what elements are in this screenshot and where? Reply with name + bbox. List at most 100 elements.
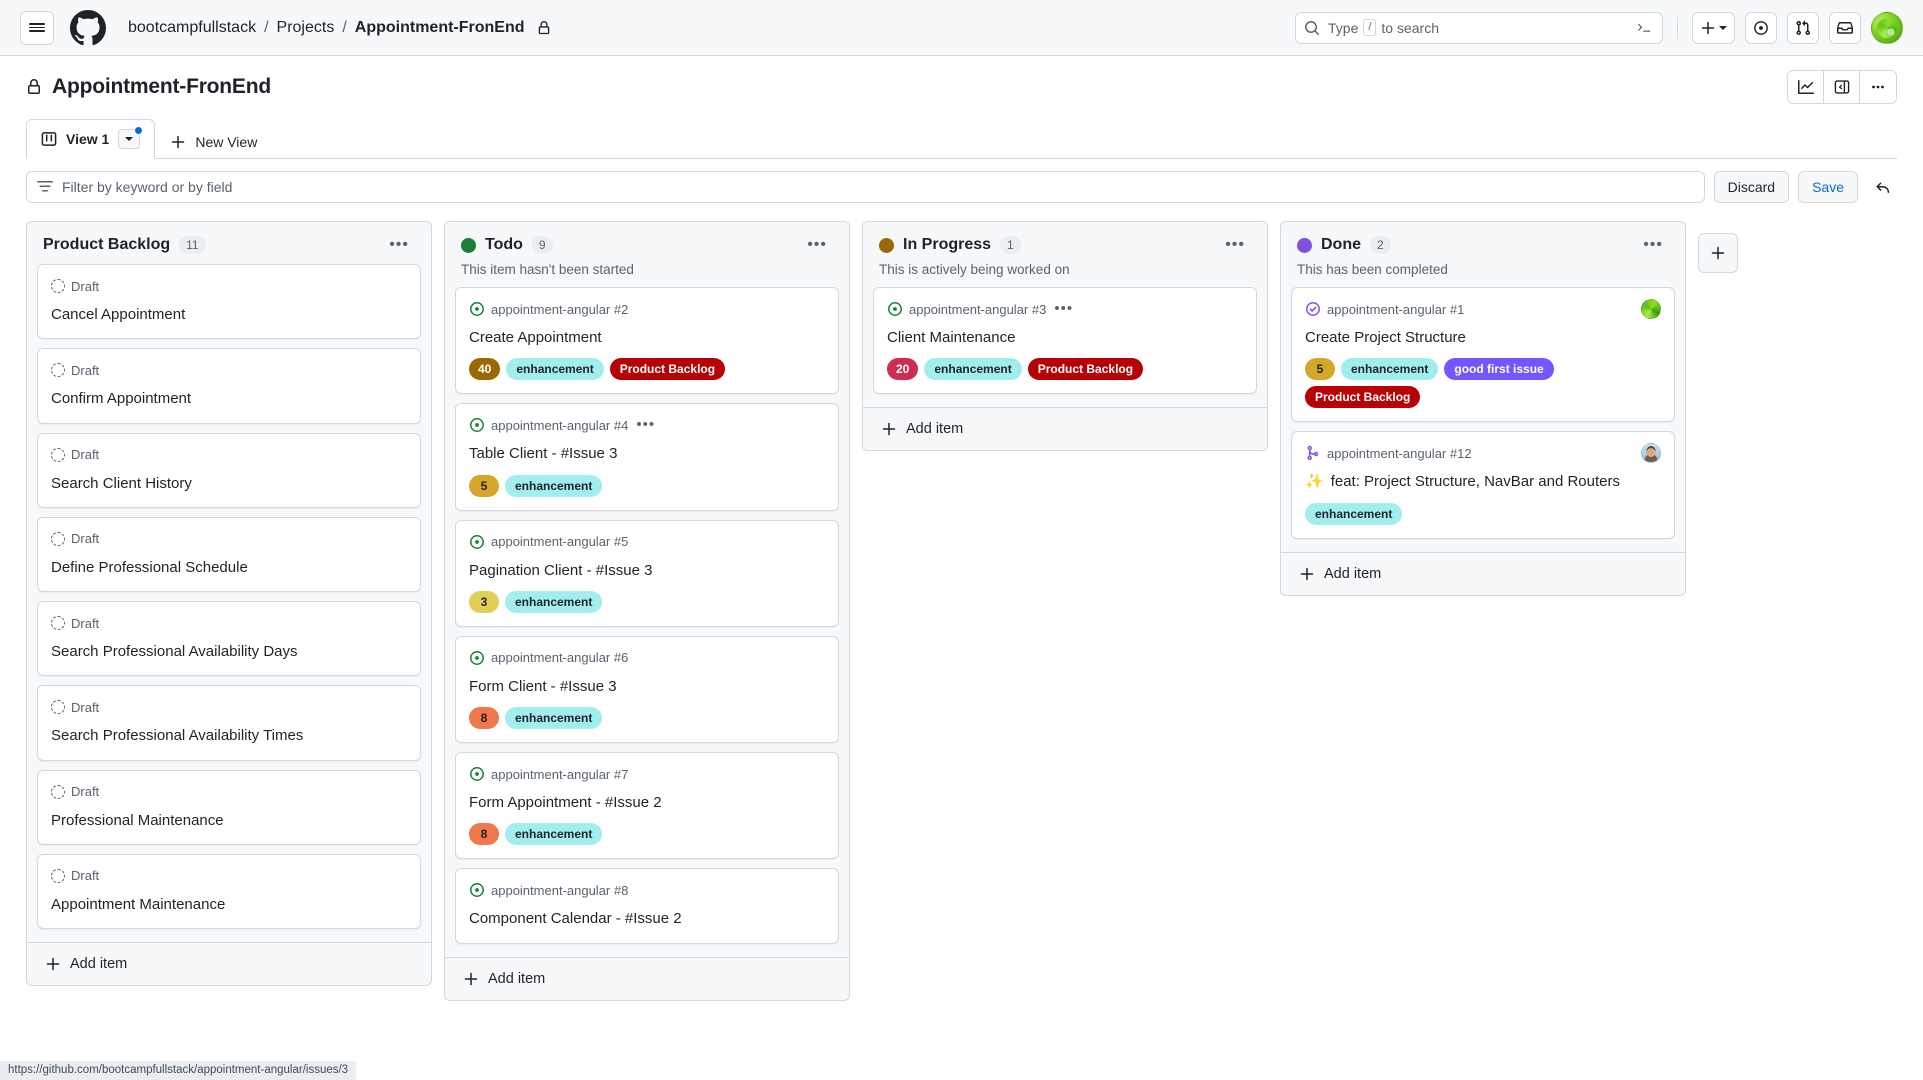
lock-icon bbox=[538, 20, 549, 34]
card-title-text: Confirm Appointment bbox=[51, 390, 192, 408]
board-card[interactable]: Draft Search Client History bbox=[37, 432, 421, 508]
tab-new-view[interactable]: New View bbox=[155, 124, 272, 159]
card-title-text: Search Professional Availability Days bbox=[51, 643, 298, 660]
column-menu-button[interactable]: ••• bbox=[1637, 237, 1669, 253]
card-title: Search Client History bbox=[51, 474, 407, 494]
undo-button[interactable] bbox=[1867, 172, 1897, 202]
filter-bar: Filter by keyword or by field Discard Sa… bbox=[0, 159, 1923, 213]
card-menu-button[interactable]: ••• bbox=[636, 417, 655, 432]
card-header: Draft bbox=[51, 360, 407, 380]
filter-input[interactable]: Filter by keyword or by field bbox=[26, 171, 1705, 203]
column-menu-button[interactable]: ••• bbox=[801, 237, 833, 253]
estimate-badge[interactable]: 8 bbox=[469, 707, 499, 729]
column-cards[interactable]: appointment-angular #3 ••• Client Maintena… bbox=[863, 277, 1267, 407]
board-card[interactable]: appointment-angular #2 Create Appointment… bbox=[455, 287, 839, 395]
board-card[interactable]: appointment-angular #6 Form Client - #Iss… bbox=[455, 635, 839, 743]
label-badge[interactable]: enhancement bbox=[505, 590, 603, 613]
save-button[interactable]: Save bbox=[1798, 171, 1858, 203]
breadcrumb-owner[interactable]: bootcampfullstack bbox=[128, 19, 256, 37]
toggle-sidebar-button[interactable] bbox=[1824, 71, 1860, 103]
inbox-button[interactable] bbox=[1829, 11, 1861, 44]
estimate-badge[interactable]: 5 bbox=[469, 474, 499, 497]
add-item-button[interactable]: Add item bbox=[27, 942, 431, 985]
estimate-badge[interactable]: 40 bbox=[469, 358, 501, 381]
hamburger-menu-button[interactable] bbox=[20, 10, 54, 45]
label-badge[interactable]: Product Backlog bbox=[1305, 386, 1421, 409]
tab-view-1[interactable]: View 1 bbox=[26, 119, 156, 159]
label-badge[interactable]: enhancement bbox=[1305, 502, 1403, 525]
board-card[interactable]: appointment-angular #4 ••• Table Client - … bbox=[455, 403, 839, 511]
board-card[interactable]: Draft Define Professional Schedule bbox=[37, 516, 421, 592]
card-title: Table Client - #Issue 3 bbox=[469, 444, 825, 464]
card-header: appointment-angular #8 bbox=[469, 880, 825, 900]
insights-button[interactable] bbox=[1788, 71, 1824, 103]
pull-requests-button[interactable] bbox=[1787, 11, 1819, 44]
discard-button[interactable]: Discard bbox=[1713, 171, 1790, 203]
label-badge[interactable]: Product Backlog bbox=[609, 358, 726, 381]
board-card[interactable]: Draft Professional Maintenance bbox=[37, 769, 421, 845]
column-title: In Progress bbox=[903, 236, 992, 253]
board-card[interactable]: appointment-angular #12 ✨ feat: Project St… bbox=[1291, 431, 1675, 539]
board-card[interactable]: appointment-angular #3 ••• Client Maintena… bbox=[873, 287, 1257, 395]
estimate-badge[interactable]: 20 bbox=[887, 358, 919, 381]
card-reference: Draft bbox=[71, 278, 100, 294]
column-header: In Progress 1 ••• This is actively being wo… bbox=[863, 222, 1267, 277]
assignee-avatar[interactable] bbox=[1641, 443, 1661, 464]
column-cards[interactable]: appointment-angular #2 Create Appointment… bbox=[445, 277, 849, 957]
card-header: appointment-angular #12 bbox=[1305, 443, 1661, 464]
create-new-button[interactable] bbox=[1692, 11, 1735, 44]
board-card[interactable]: Draft Cancel Appointment bbox=[37, 264, 421, 340]
filter-icon bbox=[37, 181, 53, 192]
label-badge[interactable]: Product Backlog bbox=[1027, 358, 1144, 381]
terminal-icon[interactable] bbox=[1636, 20, 1654, 36]
label-badge[interactable]: enhancement bbox=[1341, 358, 1439, 381]
card-reference: Draft bbox=[71, 699, 100, 715]
column-count: 9 bbox=[531, 236, 553, 254]
card-header: Draft bbox=[51, 529, 407, 549]
board-card[interactable]: Draft Appointment Maintenance bbox=[37, 853, 421, 929]
label-badge[interactable]: enhancement bbox=[506, 358, 604, 381]
label-badge[interactable]: enhancement bbox=[505, 823, 603, 846]
board-card[interactable]: Draft Search Professional Availability Ti… bbox=[37, 685, 421, 761]
add-column-button[interactable] bbox=[1698, 233, 1738, 273]
board-card[interactable]: Draft Confirm Appointment bbox=[37, 348, 421, 424]
label-badge[interactable]: enhancement bbox=[505, 474, 603, 497]
card-header: appointment-angular #1 bbox=[1305, 299, 1661, 319]
estimate-badge[interactable]: 5 bbox=[1305, 358, 1335, 381]
estimate-badge[interactable]: 8 bbox=[469, 823, 499, 846]
board-card[interactable]: appointment-angular #8 Component Calendar… bbox=[455, 868, 839, 944]
column-menu-button[interactable]: ••• bbox=[383, 237, 415, 253]
project-menu-button[interactable] bbox=[1860, 71, 1896, 103]
card-title-text: Search Professional Availability Times bbox=[51, 727, 304, 745]
card-title: Create Appointment bbox=[469, 328, 825, 348]
issues-button[interactable] bbox=[1745, 11, 1777, 44]
card-title: Confirm Appointment bbox=[51, 389, 407, 409]
add-item-button[interactable]: Add item bbox=[863, 407, 1267, 451]
user-avatar[interactable] bbox=[1871, 11, 1903, 44]
column-menu-button[interactable]: ••• bbox=[1219, 237, 1251, 253]
label-badge[interactable]: enhancement bbox=[924, 358, 1022, 381]
tab-view-1-label: View 1 bbox=[66, 131, 110, 147]
column-cards[interactable]: appointment-angular #1 Create Project Str… bbox=[1281, 277, 1685, 552]
board-card[interactable]: appointment-angular #1 Create Project Str… bbox=[1291, 287, 1675, 423]
column-description: This has been completed bbox=[1297, 262, 1448, 277]
column-cards[interactable]: Draft Cancel Appointment Draft Confirm Appo… bbox=[27, 254, 431, 942]
label-badge[interactable]: enhancement bbox=[505, 707, 603, 729]
add-item-button[interactable]: Add item bbox=[1281, 551, 1685, 595]
view-options-button[interactable] bbox=[118, 126, 144, 149]
estimate-badge[interactable]: 3 bbox=[469, 590, 499, 613]
card-title-text: Pagination Client - #Issue 3 bbox=[469, 561, 653, 579]
breadcrumb-current[interactable]: Appointment-FronEnd bbox=[355, 19, 525, 37]
add-item-button[interactable]: Add item bbox=[445, 956, 849, 1000]
board-card[interactable]: Draft Search Professional Availability Da… bbox=[37, 601, 421, 677]
assignee-avatar[interactable] bbox=[1641, 299, 1661, 319]
board-card[interactable]: appointment-angular #5 Pagination Client … bbox=[455, 519, 839, 627]
search-input[interactable]: Type / to search bbox=[1295, 11, 1663, 44]
label-badge[interactable]: good first issue bbox=[1444, 358, 1554, 381]
view-tabs: View 1 New View bbox=[26, 118, 1897, 159]
github-mark-icon[interactable] bbox=[70, 9, 106, 46]
board-card[interactable]: appointment-angular #7 Form Appointment -… bbox=[455, 752, 839, 860]
breadcrumb-projects[interactable]: Projects bbox=[277, 19, 335, 37]
card-reference: appointment-angular #2 bbox=[491, 301, 629, 317]
card-menu-button[interactable]: ••• bbox=[1054, 301, 1073, 316]
